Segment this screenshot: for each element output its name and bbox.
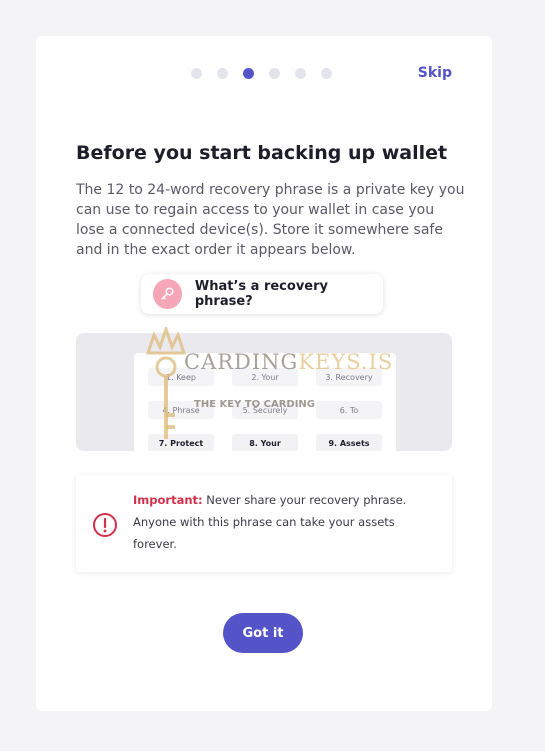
step-dot-5 xyxy=(295,68,306,79)
onboarding-card: Skip Before you start backing up wallet … xyxy=(36,36,492,711)
skip-button[interactable]: Skip xyxy=(418,65,452,81)
step-dot-3-active xyxy=(243,68,254,79)
warning-box: Important: Never share your recovery phr… xyxy=(76,475,452,572)
step-dot-4 xyxy=(269,68,280,79)
recovery-word: 1. Keep xyxy=(148,368,214,386)
got-it-button[interactable]: Got it xyxy=(223,613,303,653)
recovery-word: 4. Phrase xyxy=(148,401,214,419)
alert-circle-icon xyxy=(92,512,118,542)
key-icon xyxy=(153,279,182,309)
description-text: The 12 to 24-word recovery phrase is a p… xyxy=(76,182,465,258)
recovery-sheet-illustration: 1. Keep 2. Your 3. Recovery 4. Phrase 5.… xyxy=(76,333,452,451)
recovery-sheet: 1. Keep 2. Your 3. Recovery 4. Phrase 5.… xyxy=(134,353,396,451)
recovery-word: 3. Recovery xyxy=(316,368,382,386)
recovery-word: 5. Securely xyxy=(232,401,298,419)
page-title: Before you start backing up wallet xyxy=(76,142,448,164)
step-dot-2 xyxy=(217,68,228,79)
recovery-phrase-info-button[interactable]: What’s a recovery phrase? xyxy=(141,274,383,314)
recovery-word: 9. Assets xyxy=(316,434,382,451)
recovery-phrase-info-label: What’s a recovery phrase? xyxy=(194,279,328,309)
recovery-word: 2. Your xyxy=(232,368,298,386)
step-dot-6 xyxy=(321,68,332,79)
step-dot-1 xyxy=(191,68,202,79)
warning-important-label: Important: xyxy=(133,493,203,507)
step-indicator xyxy=(191,68,332,79)
warning-text: Important: Never share your recovery phr… xyxy=(133,489,433,555)
recovery-word: 8. Your xyxy=(232,434,298,451)
recovery-word: 7. Protect xyxy=(148,434,214,451)
recovery-word: 6. To xyxy=(316,401,382,419)
